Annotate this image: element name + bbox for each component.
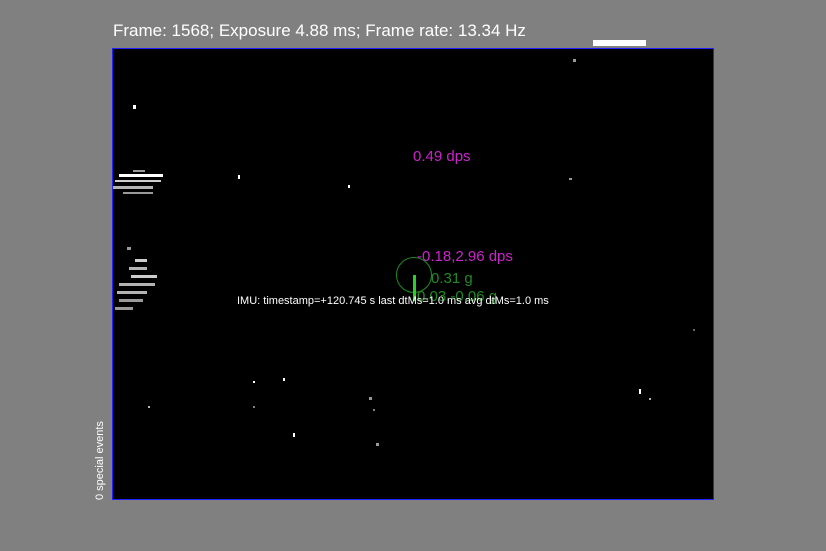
- event-pixel: [283, 378, 285, 381]
- event-pixel: [119, 299, 143, 302]
- event-pixel: [133, 105, 136, 109]
- event-pixel: [123, 192, 153, 194]
- imu-status-text: IMU: timestamp=+120.745 s last dtMs=1.0 …: [237, 295, 549, 307]
- status-line: Frame: 1568; Exposure 4.88 ms; Frame rat…: [113, 21, 526, 40]
- event-pixel: [253, 381, 255, 383]
- event-pixel: [348, 185, 350, 188]
- event-pixel: [135, 259, 147, 262]
- event-pixel: [119, 174, 163, 177]
- event-pixel: [133, 170, 145, 172]
- event-pixel: [639, 389, 641, 394]
- gyro-rate-upper: 0.49 dps: [413, 148, 471, 165]
- event-pixel: [117, 291, 147, 294]
- gyro-rate-lower: -0.18,2.96 dps: [417, 248, 513, 265]
- event-pixel: [293, 433, 295, 437]
- event-viewer[interactable]: 0.49 dps -0.18,2.96 dps 0.31 g 0.03,-0.0…: [112, 48, 714, 500]
- event-pixel: [649, 398, 651, 400]
- event-pixel: [376, 443, 379, 446]
- event-pixel: [115, 307, 133, 310]
- event-pixel: [369, 397, 372, 400]
- special-events-label: 0 special events: [94, 421, 106, 500]
- event-pixel: [238, 175, 240, 179]
- event-pixel: [148, 406, 150, 408]
- event-pixel: [569, 178, 572, 180]
- event-pixel: [127, 247, 131, 250]
- event-pixel: [115, 180, 161, 182]
- accel-magnitude: 0.31 g: [431, 270, 473, 287]
- event-pixel: [373, 409, 375, 411]
- event-pixel: [253, 406, 255, 408]
- event-pixel: [129, 267, 147, 270]
- event-pixel: [113, 186, 153, 189]
- event-pixel: [693, 329, 695, 331]
- event-pixel: [573, 59, 576, 62]
- scale-bar: [593, 40, 646, 46]
- event-pixel: [119, 283, 155, 286]
- event-pixel: [131, 275, 157, 278]
